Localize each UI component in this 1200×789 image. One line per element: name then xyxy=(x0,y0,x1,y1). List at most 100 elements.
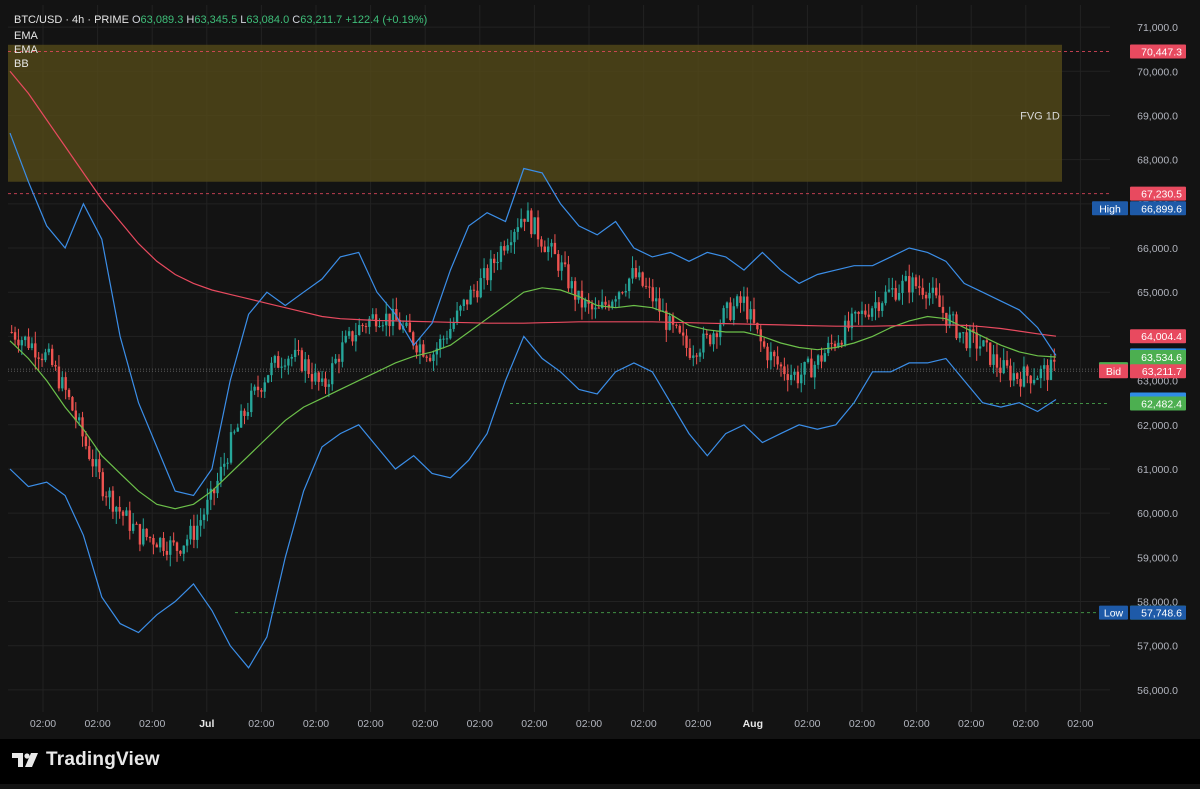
candle-body xyxy=(162,537,165,551)
price-tag-value: 62,482.4 xyxy=(1141,398,1182,410)
candle-body xyxy=(320,378,324,382)
indicator-ema-2[interactable]: EMA xyxy=(14,44,38,56)
candle-body xyxy=(978,346,982,349)
candle-body xyxy=(1036,378,1039,380)
candle-body xyxy=(965,332,968,349)
candle-body xyxy=(783,366,786,375)
candle-body xyxy=(513,231,516,243)
candle-body xyxy=(489,258,493,281)
candle-body xyxy=(334,358,337,364)
candle-body xyxy=(145,528,148,538)
candle-body xyxy=(1049,359,1053,380)
candle-body xyxy=(1012,373,1016,381)
candle-body xyxy=(64,377,67,390)
candle-body xyxy=(152,537,155,545)
candle-body xyxy=(938,295,941,307)
candle-body xyxy=(776,356,779,365)
candle-body xyxy=(962,332,965,334)
candle-body xyxy=(223,463,226,467)
high-value: 63,345.5 xyxy=(194,14,238,26)
candle-body xyxy=(455,310,459,323)
ema-fast-line xyxy=(9,287,1057,510)
x-tick-label: Jul xyxy=(199,718,214,730)
candle-body xyxy=(287,358,290,366)
candle-body xyxy=(621,292,624,294)
candle-body xyxy=(951,314,955,316)
candle-body xyxy=(37,357,40,359)
price-tag-value: 66,899.6 xyxy=(1141,203,1182,215)
candle-body xyxy=(452,322,455,329)
candle-body xyxy=(482,268,486,279)
candle-body xyxy=(732,306,735,320)
candle-body xyxy=(179,550,182,554)
candle-body xyxy=(1046,365,1049,380)
candle-body xyxy=(310,374,314,382)
candle-body xyxy=(749,309,752,320)
candle-body xyxy=(904,276,908,281)
y-tick-label: 70,000.0 xyxy=(1137,66,1178,78)
candle-body xyxy=(931,287,935,293)
candle-body xyxy=(128,510,131,531)
price-tag: 63,211.7 Bid xyxy=(1099,364,1186,379)
candle-body xyxy=(479,278,482,298)
candle-body xyxy=(523,218,526,222)
candle-body xyxy=(1032,379,1036,384)
candle-body xyxy=(20,340,23,346)
candle-body xyxy=(813,364,816,378)
change-value: +122.4 (+0.19%) xyxy=(345,14,428,26)
candle-body xyxy=(644,285,648,287)
candle-body xyxy=(742,296,746,303)
candle-body xyxy=(185,539,189,546)
candle-body xyxy=(233,431,236,433)
candle-body xyxy=(891,288,894,290)
bb-lower-line xyxy=(9,335,1057,669)
candle-body xyxy=(729,302,732,320)
candle-body xyxy=(796,371,800,384)
candle-body xyxy=(175,542,179,551)
price-tag-value: 70,447.3 xyxy=(1141,47,1182,59)
candle-body xyxy=(563,262,567,265)
candle-body xyxy=(304,359,307,371)
candle-body xyxy=(995,354,999,368)
candle-body xyxy=(735,296,739,307)
y-tick-label: 71,000.0 xyxy=(1137,22,1178,34)
candle-body xyxy=(1026,366,1029,376)
candle-body xyxy=(941,306,945,313)
candle-body xyxy=(219,466,223,481)
candle-body xyxy=(381,325,385,327)
candle-body xyxy=(685,335,688,348)
candle-body xyxy=(283,365,287,367)
candle-body xyxy=(766,346,769,361)
candle-body xyxy=(459,306,462,311)
x-tick-label: 02:00 xyxy=(412,718,438,730)
candle-body xyxy=(91,458,94,467)
candle-body xyxy=(115,506,118,512)
y-tick-label: 57,000.0 xyxy=(1137,641,1178,653)
candle-body xyxy=(702,333,705,353)
indicator-ema-1[interactable]: EMA xyxy=(14,30,38,42)
y-tick-label: 60,000.0 xyxy=(1137,508,1178,520)
candle-body xyxy=(715,333,719,338)
candle-body xyxy=(327,384,331,387)
price-tag-label: Bid xyxy=(1106,366,1121,378)
candle-body xyxy=(573,281,577,300)
candle-body xyxy=(992,354,995,365)
y-tick-label: 66,000.0 xyxy=(1137,243,1178,255)
candle-body xyxy=(27,336,30,349)
candle-body xyxy=(668,315,671,330)
candle-body xyxy=(466,299,469,305)
candle-body xyxy=(840,342,843,345)
tradingview-logo[interactable]: TradingView xyxy=(12,749,160,771)
candle-body xyxy=(125,510,128,516)
candle-body xyxy=(351,331,354,342)
x-tick-label: 02:00 xyxy=(303,718,329,730)
candle-body xyxy=(229,432,233,463)
indicator-bb[interactable]: BB xyxy=(14,58,29,70)
candle-body xyxy=(935,287,938,296)
candle-body xyxy=(1029,375,1032,384)
x-tick-label: 02:00 xyxy=(521,718,547,730)
candle-body xyxy=(142,528,145,545)
candle-body xyxy=(648,286,651,288)
candle-body xyxy=(418,344,422,353)
candle-body xyxy=(908,276,911,293)
